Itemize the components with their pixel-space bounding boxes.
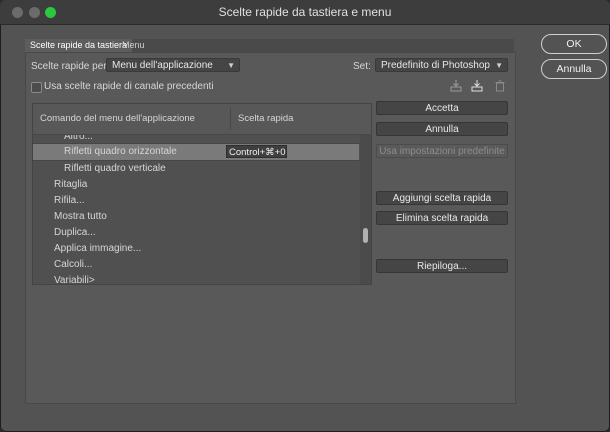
row-label: Altro...	[64, 135, 93, 142]
accept-button[interactable]: Accetta	[376, 101, 508, 115]
table-row-selected[interactable]: Rifletti quadro orizzontale Control+⌘+0	[33, 144, 359, 161]
tab-keyboard-shortcuts[interactable]: Scelte rapide da tastiera	[25, 39, 133, 52]
tab-bar: Scelte rapide da tastiera Menu	[25, 39, 514, 52]
row-label: Applica immagine...	[54, 243, 142, 254]
table-header: Comando del menu dell'applicazione Scelt…	[33, 104, 371, 135]
delete-shortcut-button[interactable]: Elimina scelta rapida	[376, 211, 508, 225]
row-label: Rifletti quadro orizzontale	[64, 146, 177, 157]
dialog-cancel-button[interactable]: Annulla	[541, 59, 607, 79]
shortcuts-for-dropdown[interactable]: Menu dell'applicazione ▼	[106, 58, 240, 72]
shortcut-input[interactable]: Control+⌘+0	[226, 145, 287, 158]
table-row[interactable]: Duplica...	[33, 225, 359, 242]
set-dropdown[interactable]: Predefinito di Photoshop ▼	[375, 58, 508, 72]
row-label: Rifila...	[54, 195, 85, 206]
column-header-shortcut[interactable]: Scelta rapida	[238, 113, 293, 124]
row-label: Duplica...	[54, 227, 96, 238]
table-scrollbar[interactable]	[360, 135, 371, 284]
set-label: Set:	[353, 61, 371, 72]
row-label: Rifletti quadro verticale	[64, 163, 166, 174]
window-title: Scelte rapide da tastiera e menu	[218, 5, 392, 19]
chevron-down-icon: ▼	[495, 61, 503, 70]
table-row[interactable]: Variabili>	[33, 273, 359, 285]
table-row[interactable]: Calcoli...	[33, 257, 359, 274]
row-label: Calcoli...	[54, 259, 93, 270]
legacy-channel-label: Usa scelte rapide di canale precedenti	[44, 81, 214, 92]
use-defaults-button[interactable]: Usa impostazioni predefinite	[376, 144, 508, 158]
summarize-button[interactable]: Riepiloga...	[376, 259, 508, 273]
column-header-command[interactable]: Comando del menu dell'applicazione	[40, 113, 195, 124]
legacy-channel-checkbox[interactable]	[31, 82, 42, 93]
cancel-edit-button[interactable]: Annulla	[376, 122, 508, 136]
row-label: Mostra tutto	[54, 211, 107, 222]
table-row[interactable]: Applica immagine...	[33, 241, 359, 258]
ok-button[interactable]: OK	[541, 34, 607, 54]
table-row[interactable]: Ritaglia	[33, 177, 359, 194]
row-label: Ritaglia	[54, 179, 88, 190]
save-as-icon[interactable]	[470, 79, 484, 93]
add-shortcut-button[interactable]: Aggiungi scelta rapida	[376, 191, 508, 205]
table-row[interactable]: Altro...	[33, 135, 359, 144]
table-row[interactable]: Rifila...	[33, 193, 359, 210]
chevron-down-icon: ▼	[227, 61, 235, 70]
shortcuts-for-label: Scelte rapide per:	[31, 61, 110, 72]
trash-icon[interactable]	[493, 79, 507, 93]
title-bar: Scelte rapide da tastiera e menu	[0, 0, 610, 25]
shortcuts-table: Comando del menu dell'applicazione Scelt…	[32, 103, 372, 285]
set-value: Predefinito di Photoshop	[381, 60, 490, 71]
row-label: Variabili>	[54, 275, 95, 285]
shortcuts-for-value: Menu dell'applicazione	[112, 60, 213, 71]
header-divider	[230, 108, 231, 130]
tab-menu[interactable]: Menu	[117, 39, 150, 52]
table-row[interactable]: Mostra tutto	[33, 209, 359, 226]
dialog-window: Scelte rapide da tastiera e menu Scelte …	[0, 0, 610, 432]
table-row[interactable]: Rifletti quadro verticale	[33, 161, 359, 178]
save-set-icon[interactable]	[449, 79, 463, 93]
scrollbar-thumb[interactable]	[363, 228, 368, 243]
